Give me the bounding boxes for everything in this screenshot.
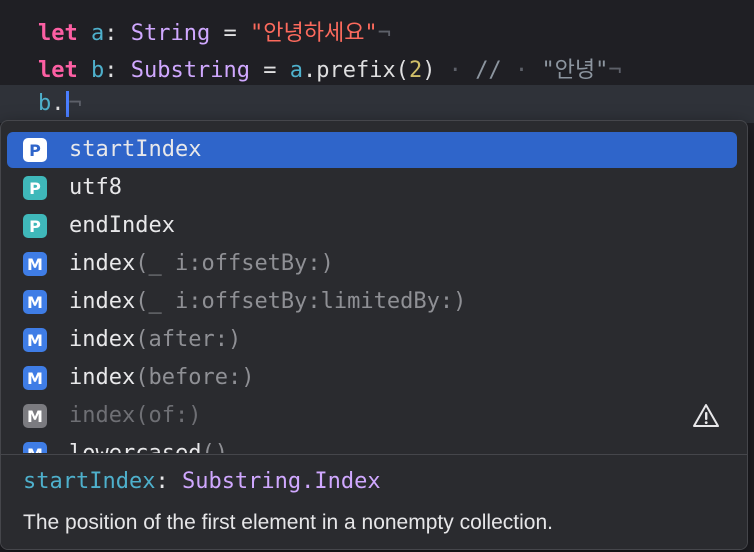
completion-signature: (after:) bbox=[135, 327, 242, 352]
code-line-1[interactable]: let a: String = "안녕하세요"¬ bbox=[0, 12, 754, 50]
completion-name: index bbox=[69, 327, 136, 352]
completion-label: index(_ i:offsetBy:) bbox=[69, 246, 334, 282]
completion-list[interactable]: PstartIndex Putf8 PendIndex Mindex(_ i:offs… bbox=[1, 121, 747, 453]
code-token: String bbox=[130, 21, 211, 46]
completion-name: endIndex bbox=[69, 213, 175, 238]
completion-label: endIndex bbox=[69, 208, 175, 244]
completion-item-index[interactable]: Mindex(of:) bbox=[7, 398, 737, 434]
code-token: b bbox=[91, 58, 105, 83]
code-token: a bbox=[289, 58, 303, 83]
warning-triangle-icon bbox=[693, 404, 719, 427]
completion-signature: (of:) bbox=[135, 403, 202, 428]
completion-item-lowercased[interactable]: Mlowercased() bbox=[7, 436, 737, 453]
code-token: "안녕하세요" bbox=[249, 21, 378, 46]
code-token: Substring bbox=[130, 58, 250, 83]
completion-item-startIndex[interactable]: PstartIndex bbox=[7, 132, 737, 168]
code-token: · bbox=[501, 58, 542, 83]
code-token: let bbox=[38, 58, 78, 83]
detail-description: The position of the first element in a n… bbox=[23, 511, 553, 534]
code-token: : bbox=[104, 21, 131, 46]
completion-item-index[interactable]: Mindex(_ i:offsetBy:limitedBy:) bbox=[7, 284, 737, 320]
code-token: // bbox=[475, 58, 502, 83]
property-badge-icon: P bbox=[23, 214, 47, 238]
completion-signature: (_ i:offsetBy:) bbox=[135, 251, 334, 276]
autocomplete-popup: PstartIndex Putf8 PendIndex Mindex(_ i:offs… bbox=[0, 120, 748, 550]
detail-colon: : bbox=[155, 469, 182, 494]
completion-label: index(of:) bbox=[69, 398, 201, 434]
completion-name: index bbox=[69, 251, 136, 276]
code-token: = bbox=[223, 21, 237, 46]
completion-label: startIndex bbox=[69, 132, 201, 168]
completion-item-index[interactable]: Mindex(_ i:offsetBy:) bbox=[7, 246, 737, 282]
completion-name: index bbox=[69, 365, 136, 390]
code-line-content: let b: Substring = a.prefix(2) · // · "안… bbox=[38, 52, 622, 84]
code-token: = bbox=[263, 58, 277, 83]
property-badge-icon: P bbox=[23, 176, 47, 200]
method-badge-icon: M bbox=[23, 290, 47, 314]
line-end-marker: ¬ bbox=[68, 91, 82, 116]
detail-name: startIndex bbox=[23, 469, 156, 494]
completion-item-index[interactable]: Mindex(before:) bbox=[7, 360, 737, 396]
completion-name: startIndex bbox=[69, 137, 202, 162]
code-token: "안녕" bbox=[541, 58, 609, 83]
code-token: · bbox=[435, 58, 476, 83]
completion-name: index bbox=[69, 403, 136, 428]
method-badge-icon: M bbox=[23, 442, 47, 453]
completion-label: lowercased() bbox=[69, 436, 228, 453]
detail-type: Substring.Index bbox=[181, 469, 381, 494]
code-token: ¬ bbox=[608, 58, 622, 83]
detail-signature: startIndex: Substring.Index bbox=[23, 469, 381, 494]
completion-signature: () bbox=[201, 441, 228, 453]
code-token: b bbox=[38, 91, 52, 116]
code-token: . bbox=[51, 91, 65, 116]
completion-detail: startIndex: Substring.Index The position… bbox=[1, 455, 747, 549]
completion-name: lowercased bbox=[69, 441, 201, 453]
completion-item-utf8[interactable]: Putf8 bbox=[7, 170, 737, 206]
code-line-content: let a: String = "안녕하세요"¬ bbox=[38, 15, 391, 47]
completion-label: index(after:) bbox=[69, 322, 241, 358]
method-badge-icon: M bbox=[23, 404, 47, 428]
code-token: let bbox=[38, 21, 78, 46]
completion-label: utf8 bbox=[69, 170, 122, 206]
completion-item-endIndex[interactable]: PendIndex bbox=[7, 208, 737, 244]
code-token: ) bbox=[422, 58, 436, 83]
code-line-content: b. ¬ bbox=[38, 91, 82, 117]
property-badge-icon: P bbox=[23, 138, 47, 162]
code-line-2[interactable]: let b: Substring = a.prefix(2) · // · "안… bbox=[0, 49, 754, 87]
completion-label: index(before:) bbox=[69, 360, 254, 396]
code-line-3[interactable]: b. ¬ bbox=[0, 85, 754, 123]
code-token: ¬ bbox=[377, 21, 391, 46]
completion-name: index bbox=[69, 289, 136, 314]
code-token: a bbox=[91, 21, 105, 46]
completion-signature: (before:) bbox=[135, 365, 255, 390]
completion-label: index(_ i:offsetBy:limitedBy:) bbox=[69, 284, 466, 320]
method-badge-icon: M bbox=[23, 328, 47, 352]
completion-name: utf8 bbox=[69, 175, 122, 200]
code-token: 2 bbox=[408, 58, 423, 83]
code-token: .prefix( bbox=[302, 58, 409, 83]
method-badge-icon: M bbox=[23, 366, 47, 390]
code-token: : bbox=[104, 58, 131, 83]
completion-signature: (_ i:offsetBy:limitedBy:) bbox=[135, 289, 467, 314]
method-badge-icon: M bbox=[23, 252, 47, 276]
completion-item-index[interactable]: Mindex(after:) bbox=[7, 322, 737, 358]
